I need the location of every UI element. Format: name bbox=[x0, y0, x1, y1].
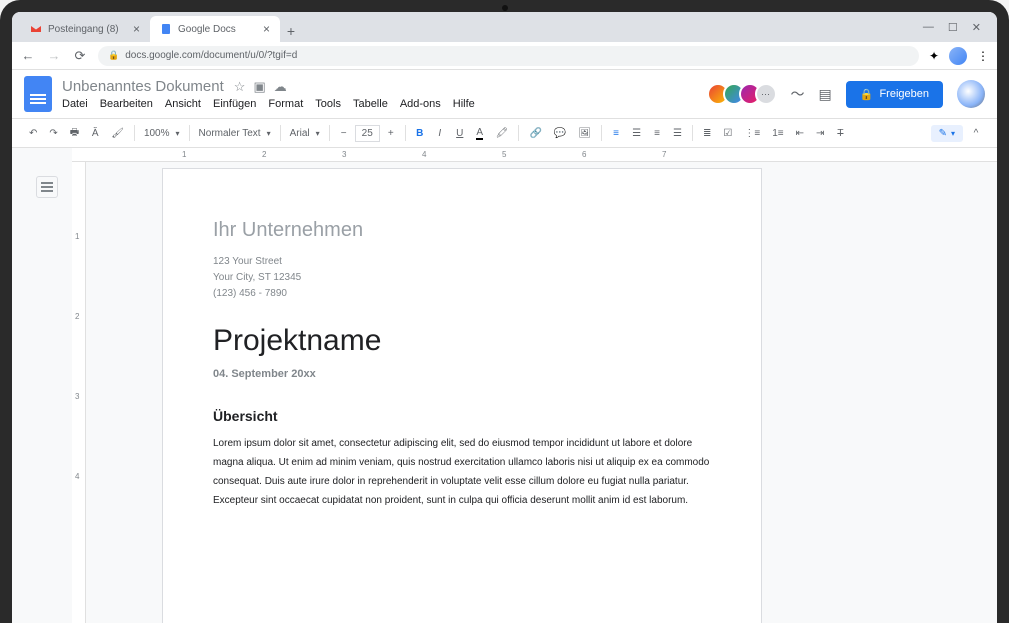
window-controls: — ☐ ✕ bbox=[915, 21, 989, 34]
close-window-icon[interactable]: ✕ bbox=[972, 21, 981, 34]
horizontal-ruler[interactable]: 1 2 3 4 5 6 7 bbox=[72, 148, 997, 162]
address-city: Your City, ST 12345 bbox=[213, 270, 711, 286]
document-title[interactable]: Unbenanntes Dokument bbox=[62, 78, 224, 95]
document-workspace: 1 2 3 4 5 6 7 1 2 3 4 Ihr Unternehmen 12… bbox=[12, 148, 997, 623]
share-button[interactable]: 🔒 Freigeben bbox=[846, 81, 943, 108]
zoom-select[interactable]: 100% bbox=[140, 126, 184, 141]
clear-format-icon[interactable]: T bbox=[831, 124, 849, 143]
tab-label: Posteingang (8) bbox=[48, 24, 119, 35]
bold-button[interactable]: B bbox=[411, 124, 429, 143]
paint-format-icon[interactable]: 🖌 bbox=[106, 124, 129, 143]
align-center-icon[interactable]: ☰ bbox=[627, 124, 646, 143]
menu-addons[interactable]: Add-ons bbox=[400, 98, 441, 110]
screen: Posteingang (8) × Google Docs × + — ☐ ✕ … bbox=[12, 12, 997, 623]
checklist-icon[interactable]: ☑ bbox=[718, 124, 737, 143]
collaborator-avatars[interactable]: ⋯ bbox=[713, 83, 777, 105]
menu-table[interactable]: Tabelle bbox=[353, 98, 388, 110]
camera-dot bbox=[502, 5, 508, 11]
outline-toggle-icon[interactable] bbox=[36, 176, 58, 198]
editing-mode-button[interactable]: ✎ ▾ bbox=[931, 125, 963, 142]
highlight-button[interactable]: 🖍 bbox=[491, 124, 514, 143]
move-icon[interactable]: ▣ bbox=[253, 79, 265, 95]
browser-navbar: ← → ⟳ 🔒 docs.google.com/document/u/0/?tg… bbox=[12, 42, 997, 70]
extensions-icon[interactable]: ✦ bbox=[929, 49, 939, 63]
indent-decrease-icon[interactable]: ⇤ bbox=[791, 124, 809, 143]
menu-view[interactable]: Ansicht bbox=[165, 98, 201, 110]
star-icon[interactable]: ☆ bbox=[234, 79, 246, 95]
comment-icon[interactable]: 💬 bbox=[549, 124, 571, 143]
laptop-frame: Posteingang (8) × Google Docs × + — ☐ ✕ … bbox=[0, 0, 1009, 623]
maximize-icon[interactable]: ☐ bbox=[948, 21, 958, 34]
browser-tab-gmail[interactable]: Posteingang (8) × bbox=[20, 16, 150, 42]
minimize-icon[interactable]: — bbox=[923, 21, 934, 34]
indent-increase-icon[interactable]: ⇥ bbox=[811, 124, 829, 143]
font-size-input[interactable]: 25 bbox=[355, 125, 380, 142]
spellcheck-icon[interactable]: Ă bbox=[86, 124, 104, 143]
collapse-toolbar-icon[interactable]: ^ bbox=[967, 124, 985, 143]
numbered-list-icon[interactable]: 1≡ bbox=[767, 124, 788, 143]
align-left-icon[interactable]: ≡ bbox=[607, 124, 625, 143]
formatting-toolbar: ↶ ↷ 🖶 Ă 🖌 100% Normaler Text Arial − 25 … bbox=[12, 118, 997, 148]
close-icon[interactable]: × bbox=[133, 22, 140, 36]
new-tab-button[interactable]: + bbox=[280, 20, 302, 42]
bullet-list-icon[interactable]: ⋮≡ bbox=[739, 124, 765, 143]
menu-format[interactable]: Format bbox=[268, 98, 303, 110]
text-color-button[interactable]: A bbox=[471, 123, 489, 144]
undo-icon[interactable]: ↶ bbox=[24, 124, 42, 143]
font-size-decrease[interactable]: − bbox=[335, 124, 353, 143]
document-page[interactable]: Ihr Unternehmen 123 Your Street Your Cit… bbox=[162, 168, 762, 623]
address-bar[interactable]: 🔒 docs.google.com/document/u/0/?tgif=d bbox=[98, 46, 919, 66]
menu-bar: Datei Bearbeiten Ansicht Einfügen Format… bbox=[62, 98, 703, 110]
font-size-increase[interactable]: + bbox=[382, 124, 400, 143]
menu-edit[interactable]: Bearbeiten bbox=[100, 98, 153, 110]
docs-header: Unbenanntes Dokument ☆ ▣ ☁ Datei Bearbei… bbox=[12, 70, 997, 118]
line-spacing-icon[interactable]: ≣ bbox=[698, 124, 716, 143]
cloud-icon[interactable]: ☁ bbox=[274, 79, 287, 95]
document-date: 04. September 20xx bbox=[213, 368, 711, 380]
avatar-more: ⋯ bbox=[755, 83, 777, 105]
align-justify-icon[interactable]: ☰ bbox=[668, 124, 687, 143]
align-right-icon[interactable]: ≡ bbox=[648, 124, 666, 143]
comments-icon[interactable]: ▤ bbox=[819, 86, 832, 103]
vertical-ruler[interactable]: 1 2 3 4 bbox=[72, 162, 86, 623]
menu-help[interactable]: Hilfe bbox=[453, 98, 475, 110]
activity-icon[interactable]: 〜 bbox=[791, 84, 805, 104]
browser-tab-docs[interactable]: Google Docs × bbox=[150, 16, 280, 42]
font-select[interactable]: Arial bbox=[286, 126, 324, 141]
browser-tab-strip: Posteingang (8) × Google Docs × + — ☐ ✕ bbox=[12, 12, 997, 42]
user-avatar[interactable] bbox=[957, 80, 985, 108]
section-heading: Übersicht bbox=[213, 408, 711, 424]
lock-icon: 🔒 bbox=[860, 88, 874, 101]
url-text: docs.google.com/document/u/0/?tgif=d bbox=[125, 50, 297, 61]
italic-button[interactable]: I bbox=[431, 124, 449, 143]
lock-icon: 🔒 bbox=[108, 50, 119, 61]
browser-profile-avatar[interactable] bbox=[949, 47, 967, 65]
menu-file[interactable]: Datei bbox=[62, 98, 88, 110]
underline-button[interactable]: U bbox=[451, 124, 469, 143]
reload-icon[interactable]: ⟳ bbox=[72, 48, 88, 64]
menu-tools[interactable]: Tools bbox=[315, 98, 341, 110]
section-body: Lorem ipsum dolor sit amet, consectetur … bbox=[213, 434, 711, 510]
share-label: Freigeben bbox=[879, 88, 929, 100]
link-icon[interactable]: 🔗 bbox=[524, 124, 546, 143]
google-docs-logo[interactable] bbox=[24, 76, 52, 112]
print-icon[interactable]: 🖶 bbox=[65, 121, 84, 146]
back-icon[interactable]: ← bbox=[20, 48, 36, 63]
close-icon[interactable]: × bbox=[263, 22, 270, 36]
forward-icon[interactable]: → bbox=[46, 48, 62, 63]
tab-label: Google Docs bbox=[178, 24, 236, 35]
gmail-icon bbox=[30, 23, 42, 35]
project-title: Projektname bbox=[213, 324, 711, 358]
redo-icon[interactable]: ↷ bbox=[44, 124, 62, 143]
menu-insert[interactable]: Einfügen bbox=[213, 98, 256, 110]
style-select[interactable]: Normaler Text bbox=[195, 126, 275, 141]
address-street: 123 Your Street bbox=[213, 254, 711, 270]
company-heading: Ihr Unternehmen bbox=[213, 219, 711, 242]
browser-menu-icon[interactable]: ⋮ bbox=[977, 49, 989, 63]
image-icon[interactable]: 🖼 bbox=[573, 124, 596, 143]
address-phone: (123) 456 - 7890 bbox=[213, 286, 711, 302]
pencil-icon: ✎ bbox=[939, 128, 947, 139]
docs-icon bbox=[160, 23, 172, 35]
